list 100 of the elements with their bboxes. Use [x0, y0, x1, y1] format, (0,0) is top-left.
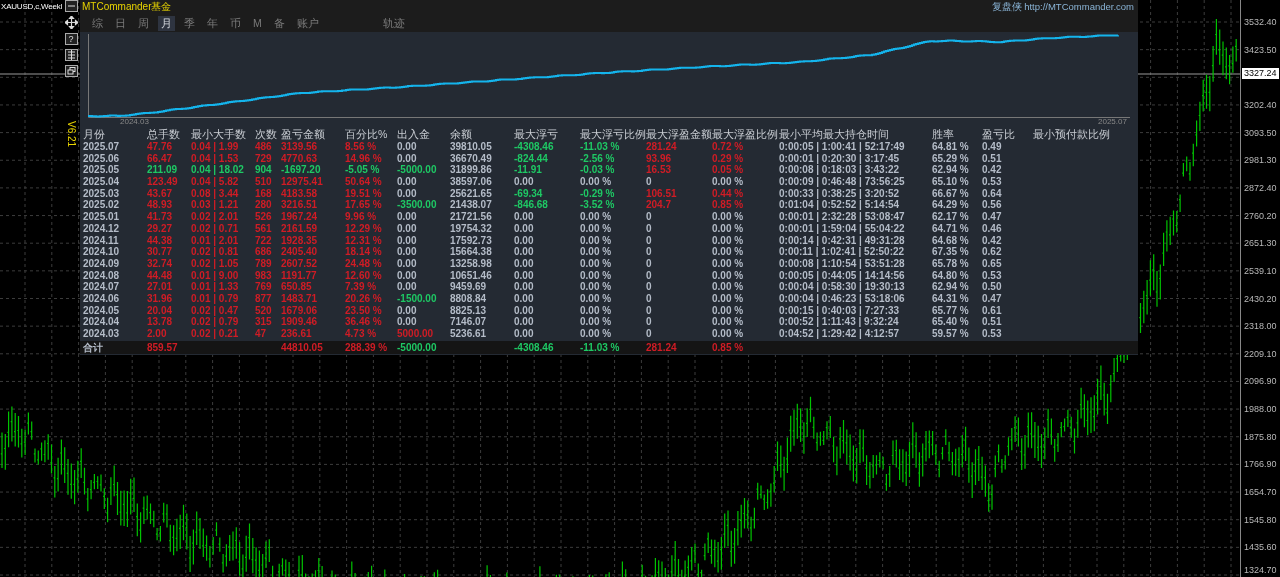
period-tab[interactable]: 备 — [270, 15, 288, 31]
table-cell-text: 0.03 | 1.21 — [191, 199, 240, 212]
table-cell-text: 0.00 % — [580, 269, 613, 282]
column-header: 总手数 — [147, 128, 181, 141]
table-cell-text: 1967.24 — [281, 211, 319, 223]
trace-tab[interactable]: 轨迹 — [379, 15, 408, 31]
table-cell-text: 0.01 | 0.79 — [191, 292, 240, 305]
table-cell-text: 62.94 % — [932, 281, 970, 293]
table-cell-text: 7146.07 — [450, 316, 488, 328]
table-cell-text: 204.7 — [646, 199, 673, 212]
period-tab[interactable]: 日 — [112, 15, 129, 31]
table-cell-text: 0.61 — [982, 304, 1003, 317]
table-cell-text: 1928.35 — [281, 234, 319, 247]
table-cell-text: 0.47 — [982, 211, 1003, 223]
table-cell-text: 8.56 % — [345, 141, 378, 153]
period-tab[interactable]: M — [250, 15, 265, 31]
table-cell-text: 1483.71 — [281, 292, 319, 305]
table-cell-text: 0.00 % — [580, 246, 613, 258]
column-header: 最大浮亏 — [514, 128, 559, 141]
table-cell-text: 0.04 | 1.99 — [191, 141, 240, 153]
table-cell-text: 0.00 % — [712, 246, 745, 258]
move-icon[interactable] — [64, 16, 78, 29]
table-cell-text: 0:00:11 | 1:02:41 | 52:50:22 — [779, 246, 906, 258]
table-cell-text: 0.00 — [514, 292, 535, 305]
column-header: 次数 — [255, 128, 278, 141]
table-cell-text: 106.51 — [646, 187, 678, 200]
table-cell-text: 0.00 % — [712, 328, 745, 340]
table-cell-text: 0.00 — [397, 281, 418, 293]
table-cell-text: 9.96 % — [345, 211, 378, 223]
table-cell-text: 65.77 % — [932, 304, 970, 317]
table-cell-text: 0.85 % — [712, 340, 745, 354]
period-tab[interactable]: 季 — [181, 15, 198, 31]
table-cell-text: 2.00 — [147, 328, 168, 340]
table-cell-text: 2024.10 — [83, 246, 121, 258]
table-cell-text: 0.00 — [397, 234, 418, 247]
price-label: 1435.60 — [1244, 541, 1277, 554]
current-price-tag: 3327.24 — [1242, 68, 1279, 79]
table-cell-text: 15664.38 — [450, 246, 493, 258]
table-cell-text: 0.00 — [514, 316, 535, 328]
window-icon[interactable] — [64, 65, 78, 77]
table-cell-text: 0.02 | 0.71 — [191, 222, 240, 235]
table-cell-text: 20.26 % — [345, 292, 383, 305]
table-cell-text: 23.50 % — [345, 304, 383, 317]
table-cell-text: 0.00 % — [580, 281, 613, 293]
table-cell-text: 0:00:01 | 0:20:30 | 3:17:45 — [779, 152, 901, 165]
table-cell-text: 0.00 — [397, 316, 418, 328]
table-cell-text: 0 — [646, 304, 653, 317]
table-cell-text: 168 — [255, 187, 273, 200]
price-label: 1988.00 — [1244, 403, 1277, 416]
table-cell-text: 29.27 — [147, 222, 174, 235]
table-cell-text: 2025.04 — [83, 176, 121, 188]
price-label: 1654.70 — [1244, 486, 1277, 499]
table-cell-text: 5236.61 — [450, 328, 488, 340]
table-cell-text: -846.68 — [514, 199, 549, 212]
table-cell-text: 0.01 | 9.00 — [191, 269, 240, 282]
table-cell-text: 789 — [255, 257, 273, 270]
period-tab[interactable]: 综 — [89, 15, 106, 31]
table-cell-text: 27.01 — [147, 281, 174, 293]
table-cell-text: 31899.86 — [450, 164, 493, 177]
period-tab[interactable]: 周 — [135, 15, 152, 31]
table-cell-text: -5000.00 — [397, 340, 438, 354]
table-cell-text: 17592.73 — [450, 234, 493, 247]
table-cell-text: 0:00:15 | 0:40:03 | 7:27:33 — [779, 304, 901, 317]
table-cell-text: 20.04 — [147, 304, 174, 317]
table-cell-text: 0 — [646, 246, 653, 258]
table-cell-text: 3139.56 — [281, 141, 319, 153]
period-tab[interactable]: 月 — [158, 15, 175, 31]
period-tab[interactable]: 账户 — [293, 15, 322, 31]
table-cell-text: 0.50 — [982, 281, 1003, 293]
price-label: 2209.10 — [1244, 347, 1277, 360]
site-link[interactable]: 复盘侠 http://MTCommander.com — [991, 0, 1134, 14]
table-cell-text: 0.53 — [982, 328, 1003, 340]
table-cell-text: 0.00 % — [712, 281, 745, 293]
table-cell-text: 0.00 % — [580, 222, 613, 235]
table-cell-text: 315 — [255, 316, 273, 328]
table-cell-text: 50.64 % — [345, 176, 383, 188]
period-tab[interactable]: 年 — [204, 15, 221, 31]
table-cell-text: 21721.56 — [450, 211, 493, 223]
table-cell-text: 729 — [255, 152, 273, 165]
table-cell-text: 0.53 — [982, 269, 1003, 282]
table-cell-text: 59.57 % — [932, 328, 970, 340]
table-cell-text: 0:01:04 | 0:52:52 | 5:14:54 — [779, 199, 901, 212]
table-cell-text: -4308.46 — [514, 141, 555, 153]
table-cell-text: 0.44 % — [712, 187, 745, 200]
table-cell-text: 16.53 — [646, 164, 673, 177]
symbol-label: XAUUSD,c,Weekl — [1, 1, 63, 12]
column-header: 月份 — [83, 128, 106, 141]
table-cell-text: 0.00 — [514, 304, 535, 317]
table-cell-text: 48.93 — [147, 199, 174, 212]
table-cell-text: -3500.00 — [397, 199, 438, 212]
table-cell-text: 65.10 % — [932, 176, 970, 188]
price-label: 3202.40 — [1244, 98, 1277, 111]
minimize-icon[interactable] — [64, 0, 78, 12]
grid-icon[interactable] — [64, 49, 78, 61]
table-cell-text: 769 — [255, 281, 273, 293]
table-cell-text: 31.96 — [147, 292, 174, 305]
table-cell-text: 0.00 % — [712, 292, 745, 305]
table-cell-text: 722 — [255, 234, 273, 247]
column-header: 最大浮盈比例 — [712, 128, 779, 141]
period-tab[interactable]: 币 — [227, 15, 244, 31]
